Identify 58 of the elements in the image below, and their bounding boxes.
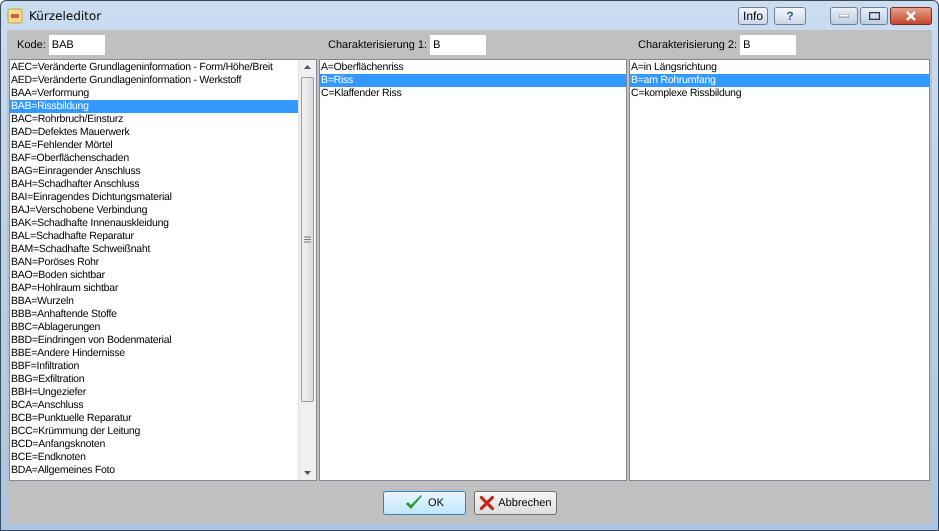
list-item[interactable]: BAH=Schadhafter Anschluss: [10, 178, 298, 191]
list-item[interactable]: BCA=Anschluss: [10, 399, 298, 412]
list-item[interactable]: BAI=Einragendes Dichtungsmaterial: [10, 191, 298, 204]
scroll-thumb[interactable]: [301, 77, 314, 402]
list-item[interactable]: BCB=Punktuelle Reparatur: [10, 412, 298, 425]
list-item[interactable]: BBG=Exfiltration: [10, 373, 298, 386]
input-field[interactable]: B: [740, 34, 796, 54]
ok-button[interactable]: OK: [382, 490, 466, 514]
list-item[interactable]: BBH=Ungeziefer: [10, 386, 298, 399]
list-item[interactable]: AED=Veränderte Grundlageninformation - Werkstoff: [10, 74, 298, 87]
list-item[interactable]: BAA=Verformung: [10, 87, 298, 100]
list-item[interactable]: AEC=Veränderte Grundlageninformation - Form/Höhe/Breit: [10, 61, 298, 74]
field-label: Kode:: [17, 38, 46, 50]
list-item[interactable]: BCD=Anfangsknoten: [10, 438, 298, 451]
grip-icon: [304, 236, 311, 243]
cross-icon: [478, 494, 494, 512]
list-item[interactable]: BBF=Infiltration: [10, 360, 298, 373]
list-item[interactable]: BAD=Defektes Mauerwerk: [10, 126, 298, 139]
list-item[interactable]: BAP=Hohlraum sichtbar: [10, 282, 298, 295]
list-item[interactable]: BAG=Einragender Anschluss: [10, 165, 298, 178]
list-item[interactable]: BBA=Wurzeln: [10, 295, 298, 308]
list-item[interactable]: BBC=Ablagerungen: [10, 321, 298, 334]
input-field[interactable]: B: [430, 34, 486, 54]
list-item[interactable]: C=Klaffender Riss: [320, 87, 626, 100]
list-item[interactable]: BAO=Boden sichtbar: [10, 269, 298, 282]
close-button[interactable]: [890, 6, 932, 24]
list-item[interactable]: BAJ=Verschobene Verbindung: [10, 204, 298, 217]
checkmark-icon: [404, 494, 424, 512]
list-item[interactable]: BAE=Fehlender Mörtel: [10, 139, 298, 152]
list-item[interactable]: BBD=Eindringen von Bodenmaterial: [10, 334, 298, 347]
list-item[interactable]: BCC=Krümmung der Leitung: [10, 425, 298, 438]
list-item[interactable]: BBB=Anhaftende Stoffe: [10, 308, 298, 321]
list-item[interactable]: BAM=Schadhafte Schweißnaht: [10, 243, 298, 256]
input-field[interactable]: BAB: [48, 34, 105, 54]
scrollbar[interactable]: [298, 60, 316, 480]
list-item[interactable]: BBE=Andere Hindernisse: [10, 347, 298, 360]
cancel-button[interactable]: Abbrechen: [474, 490, 556, 514]
info-button[interactable]: Info: [738, 6, 768, 24]
list-item[interactable]: A=Oberflächenriss: [320, 61, 626, 74]
close-icon: [905, 10, 917, 20]
field-label: Charakterisierung 2:: [638, 38, 738, 50]
app-icon: [7, 8, 23, 24]
window-title: Kürzeleditor: [29, 8, 102, 22]
list-item[interactable]: BAK=Schadhafte Innenauskleidung: [10, 217, 298, 230]
maximize-icon: [868, 12, 880, 20]
field-label: Charakterisierung 1:: [328, 38, 428, 50]
help-button[interactable]: ?: [774, 6, 806, 24]
list-item[interactable]: BDA=Allgemeines Foto: [10, 464, 298, 477]
list-item[interactable]: A=in Längsrichtung: [630, 61, 929, 74]
list-item[interactable]: BAN=Poröses Rohr: [10, 256, 298, 269]
minimize-button[interactable]: [830, 6, 858, 24]
list-item[interactable]: BAF=Oberflächenschaden: [10, 152, 298, 165]
list-item[interactable]: BAL=Schadhafte Reparatur: [10, 230, 298, 243]
list-item[interactable]: BAC=Rohrbruch/Einsturz: [10, 113, 298, 126]
list-item[interactable]: BCE=Endknoten: [10, 451, 298, 464]
maximize-button[interactable]: [860, 6, 888, 24]
minimize-icon: [839, 14, 849, 18]
list-item[interactable]: C=komplexe Rissbildung: [630, 87, 929, 100]
